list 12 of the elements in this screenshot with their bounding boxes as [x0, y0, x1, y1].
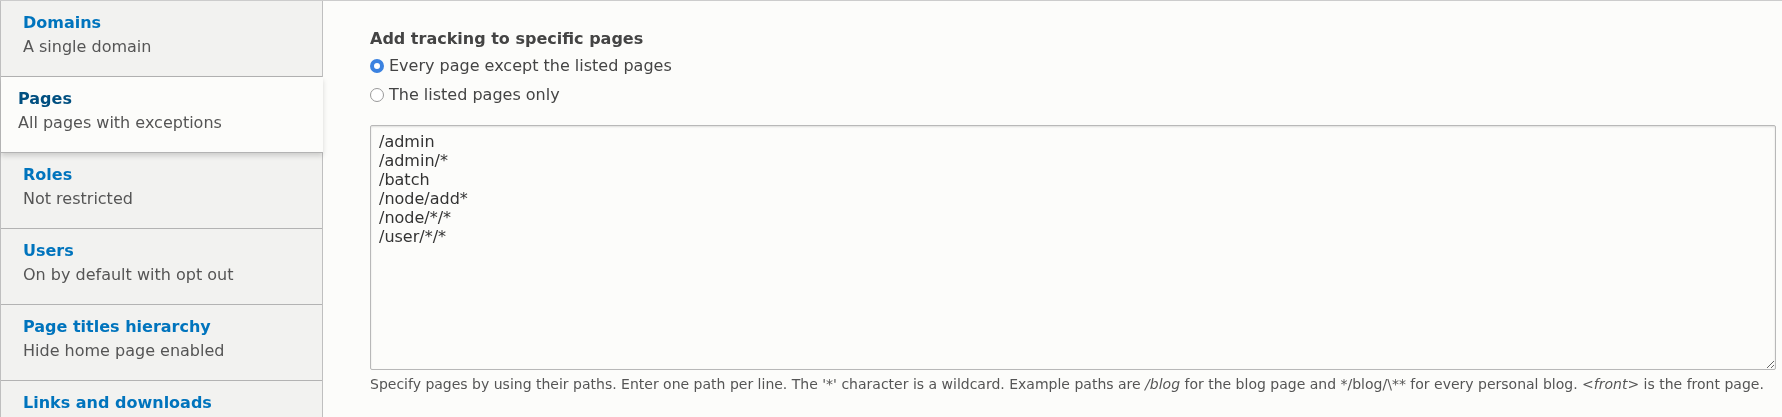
vertical-tab[interactable]: Page titles hierarchy Hide home page enabled — [1, 305, 322, 381]
pages-textarea[interactable]: /admin /admin/* /batch /node/add* /node/*/* /user/*/* — [370, 125, 1776, 370]
radio-button[interactable] — [370, 58, 384, 73]
vertical-tab[interactable]: Pages All pages with exceptions — [1, 77, 323, 153]
vertical-tab[interactable]: Roles Not restricted — [1, 153, 322, 229]
radio-label[interactable]: The listed pages only — [389, 80, 560, 109]
vertical-tab[interactable]: Users On by default with opt out — [1, 229, 322, 305]
vertical-tab[interactable]: Links and downloads — [1, 381, 322, 417]
field-description: Specify pages by using their paths. Enter one path per line. The '*' character is a wildcard. Example paths are /blog for the blog page and */blog/\** for every personal blog. <front> is the front page. — [370, 375, 1765, 394]
section-heading: Add tracking to specific pages — [370, 28, 644, 50]
radio-button[interactable] — [370, 87, 384, 102]
radio-label[interactable]: Every page except the listed pages — [389, 51, 672, 80]
